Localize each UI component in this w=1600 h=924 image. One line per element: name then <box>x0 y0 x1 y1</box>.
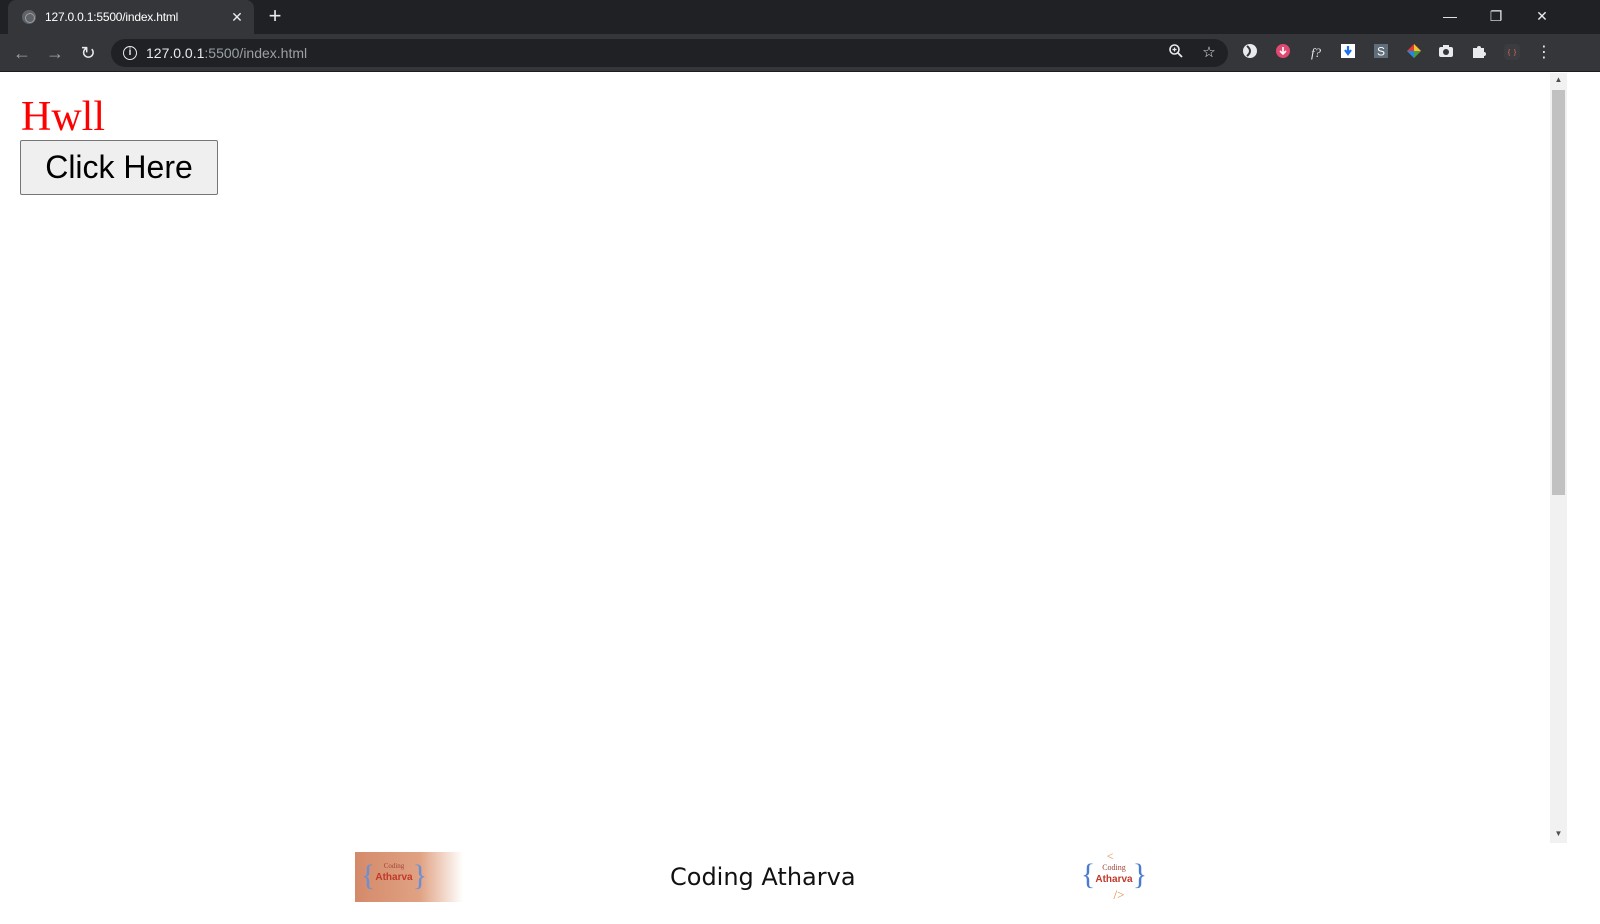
reload-button[interactable]: ↻ <box>76 41 100 65</box>
vertical-scrollbar[interactable]: ▲ ▼ <box>1550 73 1567 843</box>
logo-main-text: Atharva <box>1095 874 1133 885</box>
logo-main-text: Atharva <box>375 872 413 883</box>
extension-download-red-icon[interactable] <box>1273 43 1293 63</box>
coding-atharva-logo-right: < { } Coding Atharva /> <box>1078 849 1150 905</box>
footer-title: Coding Atharva <box>670 863 856 891</box>
back-button[interactable]: ← <box>10 41 34 65</box>
click-here-button[interactable]: Click Here <box>20 140 218 195</box>
footer-watermark: { } Coding Atharva Coding Atharva < { } … <box>0 843 1600 924</box>
forward-button[interactable]: → <box>43 41 67 65</box>
url-host: 127.0.0.1 <box>146 45 205 61</box>
zoom-icon[interactable] <box>1166 43 1186 63</box>
globe-icon <box>22 10 36 24</box>
extension-s-icon[interactable]: S <box>1371 43 1391 63</box>
bookmark-star-icon[interactable]: ☆ <box>1199 43 1219 63</box>
profile-avatar-icon[interactable]: { } <box>1502 43 1522 63</box>
info-icon[interactable]: i <box>123 46 137 60</box>
camera-icon[interactable] <box>1436 43 1456 63</box>
extension-color-icon[interactable] <box>1404 43 1424 63</box>
tab-title: 127.0.0.1:5500/index.html <box>45 10 179 24</box>
tab-strip: 127.0.0.1:5500/index.html ✕ + — ❐ ✕ <box>0 0 1600 34</box>
close-window-button[interactable]: ✕ <box>1519 4 1565 28</box>
scroll-thumb[interactable] <box>1552 90 1565 495</box>
url-path: :5500/index.html <box>204 45 308 61</box>
restore-button[interactable]: ❐ <box>1473 4 1519 28</box>
page-viewport: Hwll Click Here <box>0 73 1550 843</box>
extension-fonts-icon[interactable]: f? <box>1306 43 1326 63</box>
svg-text:S: S <box>1377 45 1385 59</box>
svg-text:{ }: { } <box>1507 48 1517 57</box>
extension-swirl-icon[interactable] <box>1240 43 1260 63</box>
scroll-down-icon[interactable]: ▼ <box>1550 827 1567 841</box>
minimize-button[interactable]: — <box>1427 4 1473 28</box>
logo-small-text: Coding <box>1102 863 1126 872</box>
logo-small-text: Coding <box>383 862 405 870</box>
new-tab-button[interactable]: + <box>264 5 286 28</box>
puzzle-icon[interactable] <box>1469 43 1489 63</box>
url-text[interactable]: 127.0.0.1:5500/index.html <box>146 45 307 61</box>
address-bar[interactable]: i 127.0.0.1:5500/index.html ☆ <box>111 39 1228 67</box>
menu-icon[interactable]: ⋮ <box>1534 43 1554 63</box>
page-heading: Hwll <box>21 94 105 140</box>
browser-toolbar: ← → ↻ i 127.0.0.1:5500/index.html ☆ f? S… <box>0 34 1600 72</box>
tab-close-icon[interactable]: ✕ <box>228 8 246 26</box>
browser-tab[interactable]: 127.0.0.1:5500/index.html ✕ <box>8 0 254 34</box>
extension-download-blue-icon[interactable] <box>1338 43 1358 63</box>
scroll-up-icon[interactable]: ▲ <box>1550 73 1567 87</box>
coding-atharva-logo-left: { } Coding Atharva <box>355 852 463 902</box>
slash-close-icon: /> <box>1113 887 1125 902</box>
